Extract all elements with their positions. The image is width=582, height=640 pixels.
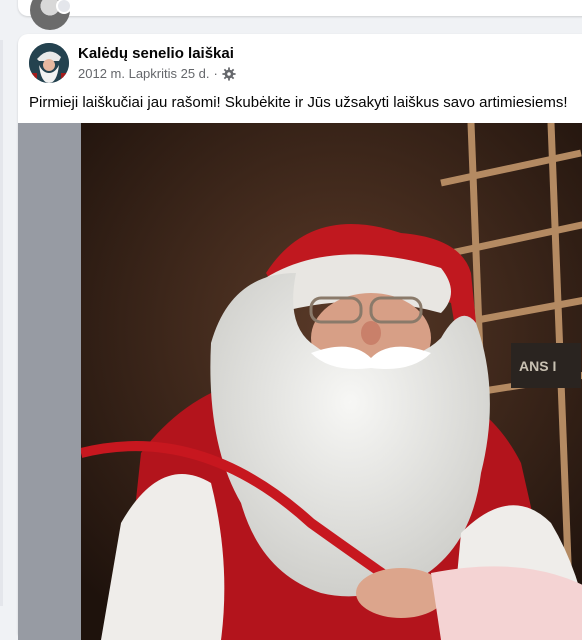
page-avatar[interactable] bbox=[29, 43, 69, 83]
santa-photo: ANS I bbox=[81, 123, 582, 640]
santa-avatar-icon bbox=[29, 43, 69, 83]
photo-letterbox bbox=[18, 123, 81, 640]
post-text: Pirmieji laiškučiai jau rašomi! Skubėkit… bbox=[29, 94, 568, 111]
previous-post-card bbox=[18, 0, 582, 30]
post-meta: 2012 m. Lapkritis 25 d. · bbox=[78, 66, 236, 81]
left-divider bbox=[0, 40, 3, 606]
gear-icon[interactable] bbox=[222, 66, 236, 81]
meta-separator: · bbox=[213, 66, 218, 81]
post-author[interactable]: Kalėdų senelio laiškai bbox=[78, 45, 234, 62]
photo-sign-text: ANS I bbox=[519, 358, 556, 374]
post-photo[interactable]: ANS I bbox=[18, 123, 582, 640]
post-card: Kalėdų senelio laiškai 2012 m. Lapkritis… bbox=[18, 34, 582, 640]
post-date[interactable]: 2012 m. Lapkritis 25 d. bbox=[78, 66, 210, 81]
